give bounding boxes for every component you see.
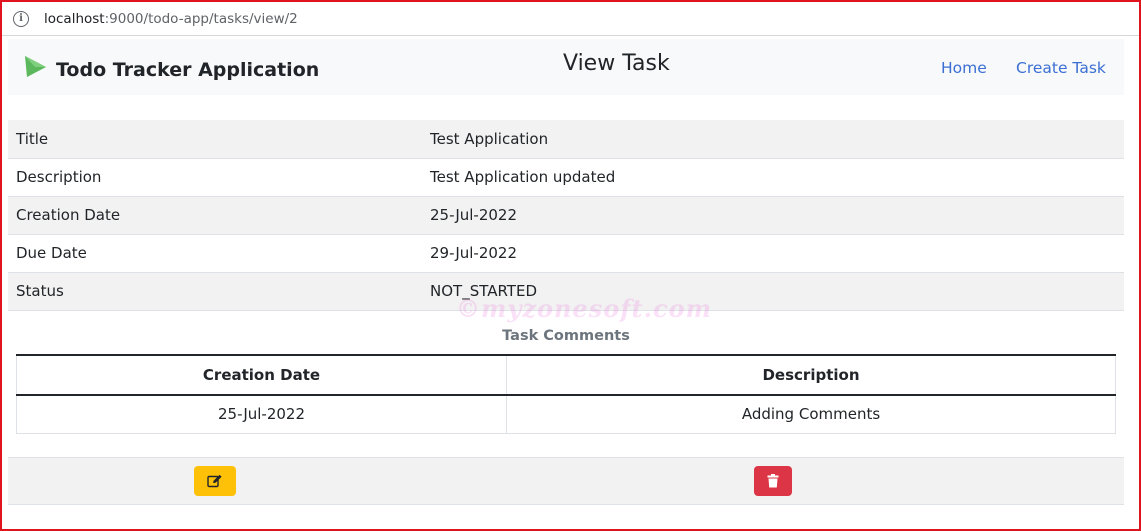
play-arrow-icon — [25, 56, 46, 77]
url-host: localhost — [44, 10, 105, 27]
url-path: :9000/todo-app/tasks/view/2 — [104, 10, 298, 27]
task-details-table: Title Test Application Description Test … — [8, 120, 1124, 311]
column-header-description: Description — [506, 354, 1116, 396]
field-label: Title — [8, 120, 422, 159]
field-value: Test Application — [422, 120, 1124, 159]
watermark: ©myzonesoft.com — [456, 294, 712, 323]
nav-create-task-link[interactable]: Create Task — [1016, 59, 1106, 77]
field-label: Status — [8, 272, 422, 311]
table-row: Title Test Application — [8, 120, 1124, 159]
brand[interactable]: Todo Tracker Application — [22, 39, 319, 95]
comments-title: Task Comments — [502, 328, 630, 344]
table-row: Creation Date 25-Jul-2022 — [8, 196, 1124, 235]
field-value: Test Application updated — [422, 158, 1124, 197]
comment-creation-date: 25-Jul-2022 — [16, 395, 507, 434]
field-label: Creation Date — [8, 196, 422, 235]
table-header-row: Creation Date Description — [16, 354, 1116, 396]
field-label: Due Date — [8, 234, 422, 273]
column-header-creation-date: Creation Date — [16, 354, 507, 396]
page-title: View Task — [563, 51, 670, 76]
comments-table: Creation Date Description 25-Jul-2022 Ad… — [16, 354, 1116, 434]
nav-home-link[interactable]: Home — [941, 59, 987, 77]
edit-icon — [207, 474, 222, 488]
action-bar — [8, 457, 1124, 505]
edit-button[interactable] — [194, 466, 236, 496]
table-row: 25-Jul-2022 Adding Comments — [16, 395, 1116, 434]
trash-icon — [767, 474, 779, 488]
info-icon[interactable]: i — [13, 10, 29, 27]
comment-description: Adding Comments — [506, 395, 1116, 434]
browser-address-bar[interactable]: i localhost:9000/todo-app/tasks/view/2 — [2, 2, 1139, 36]
url-text[interactable]: localhost:9000/todo-app/tasks/view/2 — [44, 11, 298, 27]
app-container: Todo Tracker Application View Task Home … — [8, 39, 1124, 505]
table-row: Description Test Application updated — [8, 158, 1124, 197]
delete-button[interactable] — [754, 466, 792, 496]
navbar: Todo Tracker Application View Task Home … — [8, 39, 1124, 95]
field-value: 25-Jul-2022 — [422, 196, 1124, 235]
field-value: 29-Jul-2022 — [422, 234, 1124, 273]
table-row: Due Date 29-Jul-2022 — [8, 234, 1124, 273]
field-label: Description — [8, 158, 422, 197]
brand-name: Todo Tracker Application — [56, 58, 320, 81]
